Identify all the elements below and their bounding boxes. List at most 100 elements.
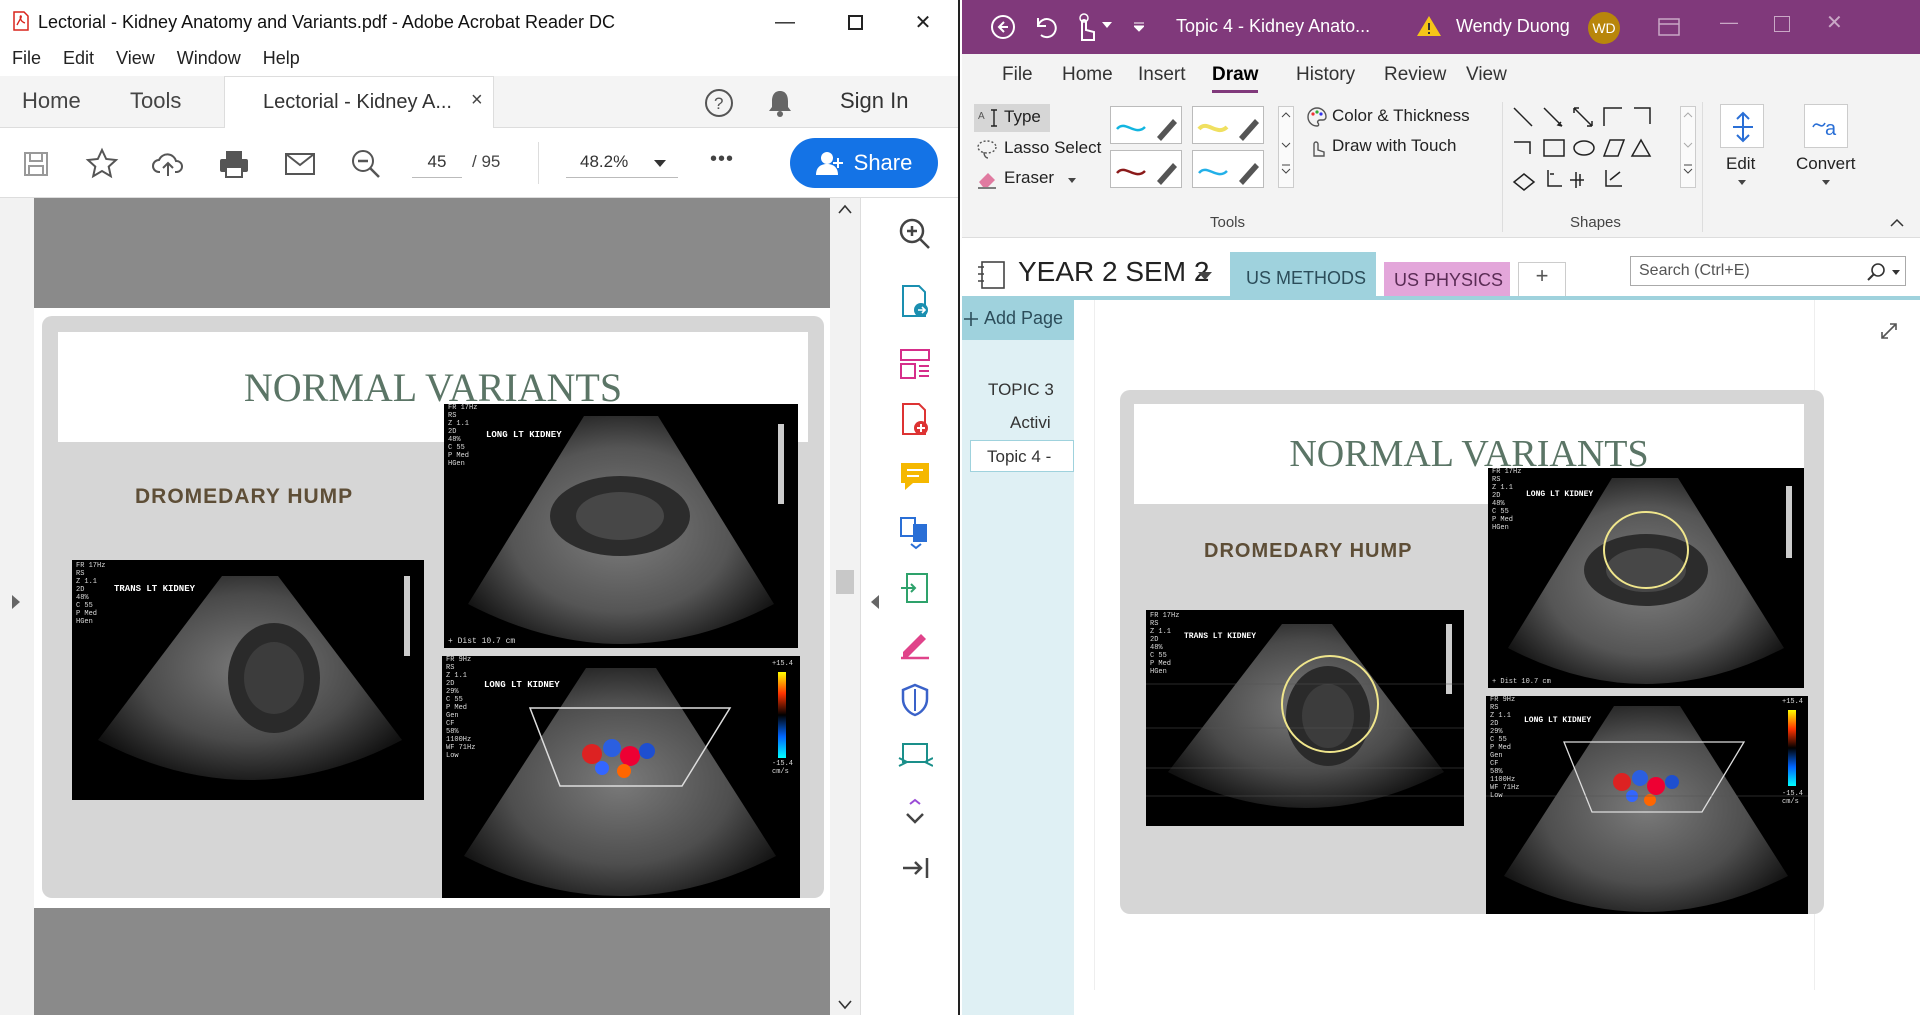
add-section-button[interactable]: + [1518, 262, 1566, 298]
note-canvas[interactable]: NORMAL VARIANTS DROMEDARY HUMP FR 17Hz R… [1094, 300, 1920, 1015]
create-pdf-icon[interactable] [897, 402, 933, 438]
combine-files-icon[interactable] [897, 514, 933, 550]
pasted-label-trans: TRANS LT KIDNEY [1184, 632, 1257, 641]
email-icon[interactable] [282, 146, 318, 182]
tab-close-icon[interactable]: × [471, 89, 483, 112]
scroll-up-icon[interactable] [838, 204, 852, 214]
pasted-slide[interactable]: NORMAL VARIANTS DROMEDARY HUMP FR 17Hz R… [1120, 390, 1824, 914]
touch-dropdown-icon[interactable] [1102, 22, 1112, 30]
warning-icon[interactable] [1416, 14, 1442, 38]
ribbon-tab-home[interactable]: Home [1062, 64, 1113, 86]
touch-mode-icon[interactable] [1072, 12, 1098, 42]
save-icon[interactable] [18, 146, 54, 182]
collapse-panel-icon[interactable] [869, 594, 881, 610]
page-item-activi[interactable]: Activi [1010, 413, 1051, 433]
customize-qat-icon[interactable] [1134, 22, 1144, 32]
avatar[interactable]: WD [1588, 12, 1620, 44]
ribbon-tab-insert[interactable]: Insert [1138, 64, 1186, 86]
ribbon-tab-draw[interactable]: Draw [1212, 64, 1258, 86]
minimize-button[interactable]: — [762, 6, 808, 38]
bookmark-star-icon[interactable] [84, 146, 120, 182]
tab-tools[interactable]: Tools [130, 88, 181, 114]
eraser-button[interactable]: Eraser [976, 166, 1086, 192]
zoom-in-tool-icon[interactable] [897, 216, 933, 252]
sign-in-link[interactable]: Sign In [840, 88, 909, 114]
ribbon-tab-view[interactable]: View [1466, 64, 1507, 86]
full-page-view-icon[interactable] [1658, 18, 1680, 36]
pen-cyan-2[interactable] [1192, 150, 1264, 188]
shapes-gallery[interactable] [1510, 104, 1660, 200]
onenote-maximize-button[interactable] [1774, 16, 1790, 32]
collapse-ribbon-icon[interactable] [1890, 218, 1904, 228]
notebook-dropdown-icon[interactable] [1198, 272, 1212, 282]
pasted-meta-long: FR 17Hz RS Z 1.1 2D 48% C 55 P Med HGen [1492, 468, 1522, 532]
search-input[interactable]: Search (Ctrl+E) [1630, 256, 1906, 286]
vertical-scrollbar[interactable] [830, 198, 860, 1015]
page-number-input[interactable]: 45 [412, 148, 462, 178]
more-tools-chevron-icon[interactable] [897, 796, 933, 832]
expand-page-icon[interactable] [1880, 322, 1898, 340]
pen-dark-red[interactable] [1110, 150, 1182, 188]
protect-icon[interactable] [897, 682, 933, 718]
pens-scroll[interactable] [1278, 106, 1294, 188]
notification-bell-icon[interactable] [766, 88, 794, 118]
color-thickness-button[interactable]: Color & Thickness [1306, 106, 1476, 132]
ribbon-tab-file[interactable]: File [1002, 64, 1033, 86]
ribbon-tab-review[interactable]: Review [1384, 64, 1446, 86]
help-icon[interactable]: ? [704, 88, 734, 118]
notebook-name[interactable]: YEAR 2 SEM 2 [1018, 256, 1209, 288]
lasso-select-button[interactable]: Lasso Select [976, 136, 1116, 162]
tab-document[interactable]: Lectorial - Kidney A... × [224, 76, 494, 128]
edit-pdf-icon[interactable] [897, 570, 933, 606]
scan-label-trans: TRANS LT KIDNEY [114, 584, 196, 594]
more-tools-icon[interactable]: ••• [710, 148, 734, 171]
add-page-button[interactable]: Add Page [962, 300, 1074, 340]
scroll-down-icon[interactable] [838, 1000, 852, 1010]
close-button[interactable]: ✕ [900, 6, 946, 38]
fill-sign-icon[interactable] [897, 626, 933, 662]
edit-button[interactable]: Edit [1714, 100, 1774, 200]
pen-yellow[interactable] [1192, 106, 1264, 144]
zoom-out-icon[interactable] [348, 146, 384, 182]
menu-view[interactable]: View [116, 48, 155, 69]
tab-home[interactable]: Home [22, 88, 81, 114]
page-viewport[interactable]: NORMAL VARIANTS DROMEDARY HUMP FR 17Hz R… [34, 198, 830, 1015]
collapse-right-panel-icon[interactable] [897, 850, 933, 886]
onenote-minimize-button[interactable]: — [1720, 12, 1738, 33]
notebook-icon[interactable] [976, 260, 1006, 290]
page-item-topic4-selected[interactable]: Topic 4 - [970, 440, 1074, 472]
maximize-button[interactable] [832, 6, 878, 38]
print-icon[interactable] [216, 146, 252, 182]
convert-button[interactable]: a Convert [1788, 100, 1868, 200]
pdf-page: NORMAL VARIANTS DROMEDARY HUMP FR 17Hz R… [34, 308, 830, 908]
user-name[interactable]: Wendy Duong [1456, 16, 1570, 37]
eraser-icon [978, 173, 996, 189]
section-tab-us-physics[interactable]: US PHYSICS [1384, 262, 1510, 298]
send-for-review-icon[interactable] [897, 738, 933, 774]
plus-icon [964, 312, 978, 326]
search-icon[interactable] [1866, 262, 1888, 282]
type-tool-button[interactable]: A Type [974, 104, 1050, 132]
cloud-upload-icon[interactable] [150, 146, 186, 182]
organize-pages-icon[interactable] [897, 346, 933, 382]
menu-file[interactable]: File [12, 48, 41, 69]
search-scope-dropdown-icon[interactable] [1892, 270, 1900, 276]
ribbon-tab-history[interactable]: History [1296, 64, 1355, 86]
export-pdf-icon[interactable] [897, 284, 933, 320]
back-icon[interactable] [990, 14, 1016, 40]
menu-edit[interactable]: Edit [63, 48, 94, 69]
undo-icon[interactable] [1032, 14, 1058, 40]
page-item-topic3[interactable]: TOPIC 3 [988, 380, 1054, 400]
menu-help[interactable]: Help [263, 48, 300, 69]
menu-window[interactable]: Window [177, 48, 241, 69]
draw-with-touch-button[interactable]: Draw with Touch [1306, 136, 1476, 162]
zoom-level-select[interactable]: 48.2% [566, 148, 678, 178]
onenote-close-button[interactable]: ✕ [1826, 10, 1843, 35]
comment-icon[interactable] [897, 458, 933, 494]
scroll-thumb[interactable] [836, 570, 854, 594]
pen-cyan-1[interactable] [1110, 106, 1182, 144]
left-panel-toggle[interactable] [0, 198, 34, 1015]
shapes-scroll[interactable] [1680, 106, 1696, 188]
share-button[interactable]: Share [790, 138, 938, 188]
section-tab-us-methods[interactable]: US METHODS [1230, 252, 1376, 298]
